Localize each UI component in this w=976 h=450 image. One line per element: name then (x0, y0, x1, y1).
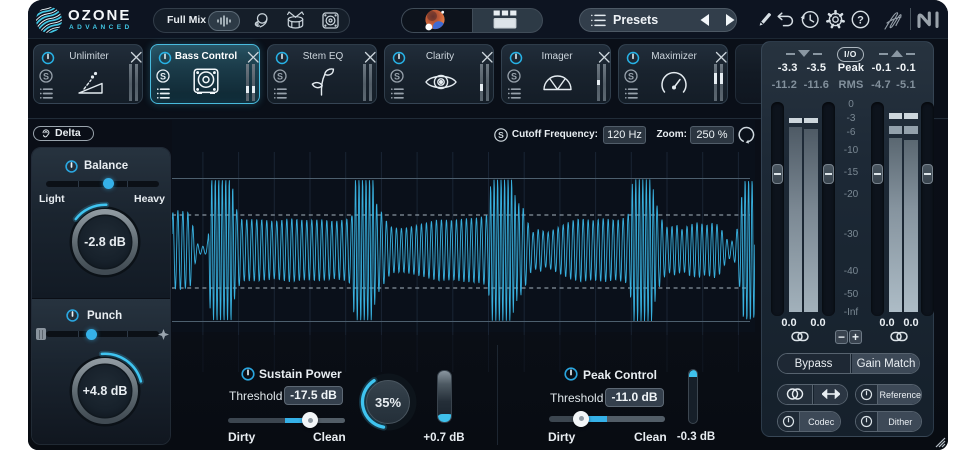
svg-text:?: ? (857, 14, 864, 26)
svg-text:S: S (277, 71, 283, 81)
svg-text:S: S (511, 71, 517, 81)
svg-text:S: S (394, 71, 400, 81)
svg-text:S: S (160, 71, 166, 81)
svg-text:S: S (628, 71, 634, 81)
svg-text:S: S (498, 130, 504, 140)
svg-text:S: S (43, 71, 49, 81)
